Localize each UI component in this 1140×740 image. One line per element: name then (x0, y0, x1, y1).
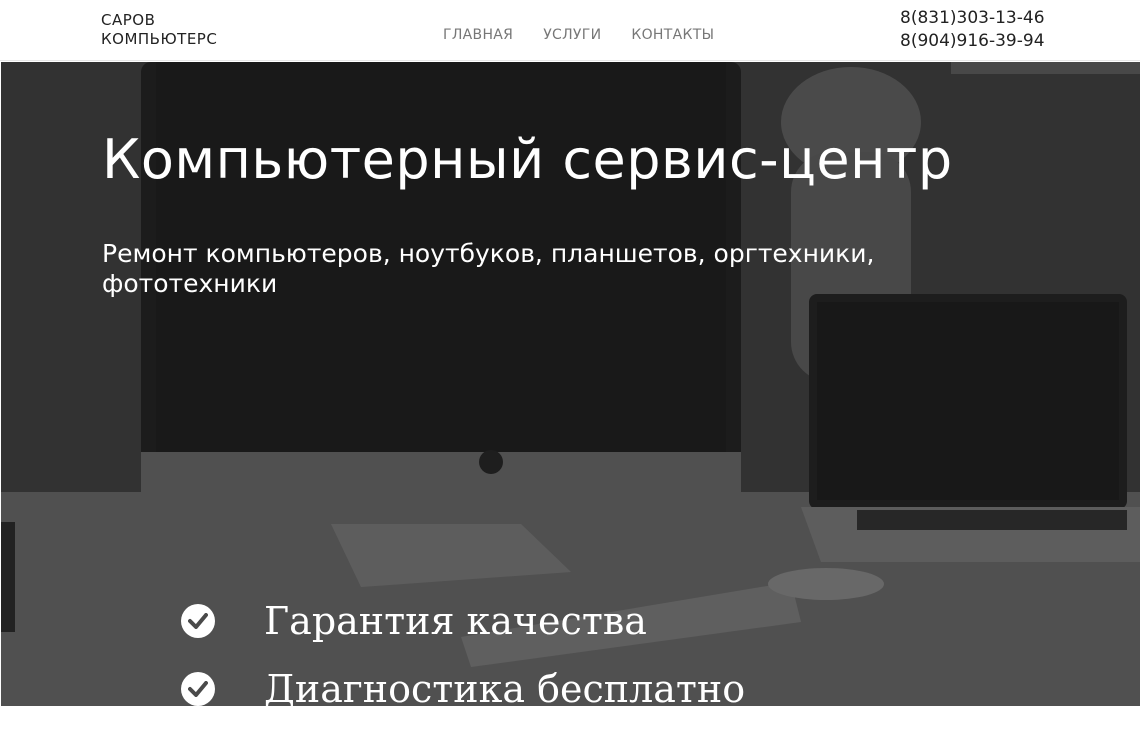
feature-item: Гарантия качества (181, 587, 745, 655)
logo-line-1: САРОВ (101, 11, 156, 29)
phone-numbers: 8(831)303-13-46 8(904)916-39-94 (900, 7, 1045, 53)
logo-line-2: КОМПЬЮТЕРС (101, 30, 218, 48)
main-nav: ГЛАВНАЯ УСЛУГИ КОНТАКТЫ (443, 27, 714, 43)
feature-item: Диагностика бесплатно (181, 655, 745, 706)
feature-list: Гарантия качества Диагностика бесплатно (181, 587, 745, 706)
hero-section: Компьютерный сервис-центр Ремонт компьют… (1, 62, 1140, 706)
feature-label: Диагностика бесплатно (264, 667, 746, 706)
check-circle-icon (181, 604, 215, 638)
nav-link-services[interactable]: УСЛУГИ (543, 27, 601, 43)
hero-title: Компьютерный сервис-центр (102, 128, 953, 191)
phone-number-2[interactable]: 8(904)916-39-94 (900, 30, 1045, 53)
site-header: САРОВ КОМПЬЮТЕРС ГЛАВНАЯ УСЛУГИ КОНТАКТЫ… (0, 0, 1140, 61)
phone-number-1[interactable]: 8(831)303-13-46 (900, 7, 1045, 30)
nav-link-contacts[interactable]: КОНТАКТЫ (631, 27, 714, 43)
hero-subtitle: Ремонт компьютеров, ноутбуков, планшетов… (102, 239, 875, 298)
feature-label: Гарантия качества (264, 599, 647, 643)
check-circle-icon (181, 672, 215, 706)
nav-link-home[interactable]: ГЛАВНАЯ (443, 27, 513, 43)
logo[interactable]: САРОВ КОМПЬЮТЕРС (101, 11, 217, 49)
page-bottom (0, 706, 1140, 740)
